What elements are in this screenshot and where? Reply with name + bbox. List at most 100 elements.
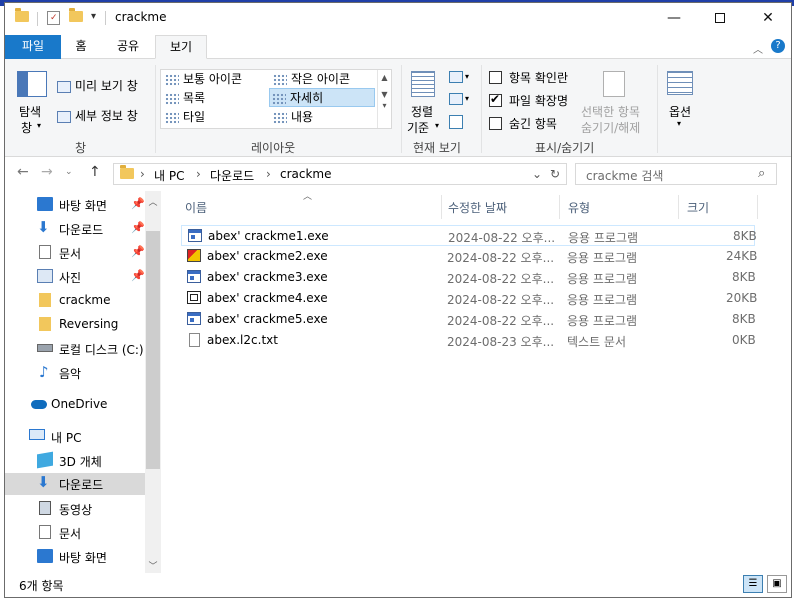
pin-icon[interactable]: 📌 [131,245,145,258]
navigation-pane-button[interactable]: 탐색 [19,103,41,120]
breadcrumb-crackme[interactable]: crackme [280,167,332,181]
hide-selected-button-sub[interactable]: 숨기기/해제 [581,119,640,136]
file-row[interactable]: abex' crackme1.exe 2024-08-22 오후... 응용 프… [181,225,757,246]
file-row[interactable]: abex' crackme3.exe 2024-08-22 오후... 응용 프… [181,267,756,288]
sidebar-item-downloads-pc[interactable]: ⬇ 다운로드 [5,473,145,495]
sidebar-item-label: 바탕 화면 [59,551,107,565]
refresh-icon[interactable]: ↻ [550,167,560,181]
column-divider[interactable] [757,195,758,219]
layout-gallery-scroll[interactable]: ▲ ▼ ▾ [377,70,391,128]
sidebar-item-desktop[interactable]: 바탕 화면 📌 [5,194,145,216]
scroll-up-icon[interactable]: ▲ [378,73,391,82]
hide-selected-button[interactable]: 선택한 항목 [581,103,640,120]
column-header-name[interactable]: 이름 [185,199,207,216]
column-header-type[interactable]: 유형 [568,199,590,216]
sidebar-item-label: Reversing [59,317,119,331]
address-bar[interactable]: › 내 PC › 다운로드 › crackme ⌄ ↻ [113,163,567,185]
breadcrumb-downloads[interactable]: 다운로드 [210,167,254,184]
file-row[interactable]: abex' crackme2.exe 2024-08-22 오후... 응용 프… [181,246,757,267]
close-button[interactable]: ✕ [745,3,791,33]
column-header-size[interactable]: 크기 [687,199,709,216]
file-name: abex' crackme4.exe [207,291,328,305]
search-icon[interactable]: ⌕ [758,166,765,181]
column-divider[interactable] [441,195,442,219]
up-button[interactable]: ↑ [89,164,101,180]
collapse-ribbon-icon[interactable]: ︿ [753,41,763,56]
chevron-down-icon: ▾ [37,121,42,130]
back-button[interactable]: ← [17,164,29,180]
sort-by-button-sub[interactable]: 기준 [407,119,429,136]
column-header-date[interactable]: 수정한 날짜 [448,199,507,216]
item-checkboxes-checkbox[interactable] [489,71,502,84]
forward-button[interactable]: → [41,164,53,180]
options-icon[interactable] [667,71,693,95]
navigation-pane-icon[interactable] [17,71,47,97]
add-columns-icon[interactable] [449,93,463,105]
large-icons-view-icon: ▣ [772,578,782,589]
tab-share[interactable]: 공유 [111,35,145,59]
scroll-down-icon[interactable]: ▼ [378,90,391,99]
sidebar-item-desktop-pc[interactable]: 바탕 화면 [5,546,145,568]
more-icon[interactable]: ▾ [378,101,391,110]
navigation-pane-button-sub[interactable]: 창 [21,119,32,136]
sidebar-scrollbar[interactable]: ︿ ﹀ [145,191,161,573]
sort-by-icon[interactable] [411,71,435,97]
sidebar-item-documents-pc[interactable]: 문서 [5,522,145,544]
tab-view[interactable]: 보기 [155,35,207,59]
desktop-icon [37,197,53,211]
scrollbar-thumb[interactable] [146,231,160,469]
sidebar-item-crackme[interactable]: crackme [5,290,145,312]
sidebar-item-videos[interactable]: 동영상 [5,498,145,520]
customize-quick-access-icon[interactable]: ▾ [91,11,96,22]
sidebar-item-this-pc[interactable]: 내 PC [5,426,145,448]
sort-by-button[interactable]: 정렬 [411,103,433,120]
layout-medium-icons[interactable]: 보통 아이콘 [163,70,242,89]
sidebar-item-reversing[interactable]: Reversing [5,314,145,336]
sidebar-item-pictures[interactable]: 사진 📌 [5,266,145,288]
scroll-up-icon[interactable]: ︿ [145,195,161,208]
pin-icon[interactable]: 📌 [131,221,145,234]
details-view-button[interactable]: ☰ [743,575,763,593]
pin-icon[interactable]: 📌 [131,197,145,210]
sidebar-item-local-disk[interactable]: 로컬 디스크 (C:) [5,338,145,360]
file-row[interactable]: abex' crackme4.exe 2024-08-22 오후... 응용 프… [181,288,757,309]
file-row[interactable]: abex' crackme5.exe 2024-08-22 오후... 응용 프… [181,309,756,330]
group-by-icon[interactable] [449,71,463,83]
search-input[interactable]: crackme 검색 [586,167,663,184]
help-icon[interactable]: ? [771,39,785,53]
properties-icon[interactable]: ✓ [47,11,60,25]
scroll-down-icon[interactable]: ﹀ [145,559,161,572]
column-divider[interactable] [678,195,679,219]
layout-content[interactable]: 내용 [271,108,313,127]
sidebar-item-onedrive[interactable]: OneDrive [5,394,145,416]
preview-pane-button[interactable]: 미리 보기 창 [57,77,138,94]
column-divider[interactable] [559,195,560,219]
sidebar-item-label: 동영상 [59,503,93,517]
tab-home[interactable]: 홈 [67,35,95,59]
recent-locations-button[interactable]: ⌄ [65,167,73,177]
large-icons-view-button[interactable]: ▣ [767,575,787,593]
file-extensions-checkbox[interactable] [489,92,502,107]
sidebar-item-3d-objects[interactable]: 3D 개체 [5,450,145,472]
layout-small-icons[interactable]: 작은 아이콘 [271,70,350,89]
hidden-items-checkbox[interactable] [489,117,502,130]
size-columns-to-fit-icon[interactable] [449,115,463,129]
maximize-button[interactable] [697,3,743,33]
sidebar-item-documents[interactable]: 문서 📌 [5,242,145,264]
tab-file[interactable]: 파일 [5,35,61,59]
address-dropdown-icon[interactable]: ⌄ [532,167,542,181]
file-name: abex' crackme3.exe [207,270,328,284]
new-folder-icon[interactable] [69,8,83,27]
options-button[interactable]: 옵션 [669,103,691,120]
breadcrumb-this-pc[interactable]: 내 PC [154,167,184,184]
sidebar-item-downloads[interactable]: ⬇ 다운로드 📌 [5,218,145,240]
pin-icon[interactable]: 📌 [131,269,145,282]
layout-details[interactable]: 자세히 [269,88,375,107]
sidebar-item-music[interactable]: ♪ 음악 [5,362,145,384]
minimize-button[interactable]: — [651,3,697,33]
file-row[interactable]: abex.l2c.txt 2024-08-23 오후... 텍스트 문서 0KB [181,330,756,351]
layout-list[interactable]: 목록 [163,89,205,108]
details-pane-button[interactable]: 세부 정보 창 [57,107,138,124]
layout-tiles[interactable]: 타일 [163,108,205,127]
search-box[interactable]: crackme 검색 ⌕ [575,163,777,185]
